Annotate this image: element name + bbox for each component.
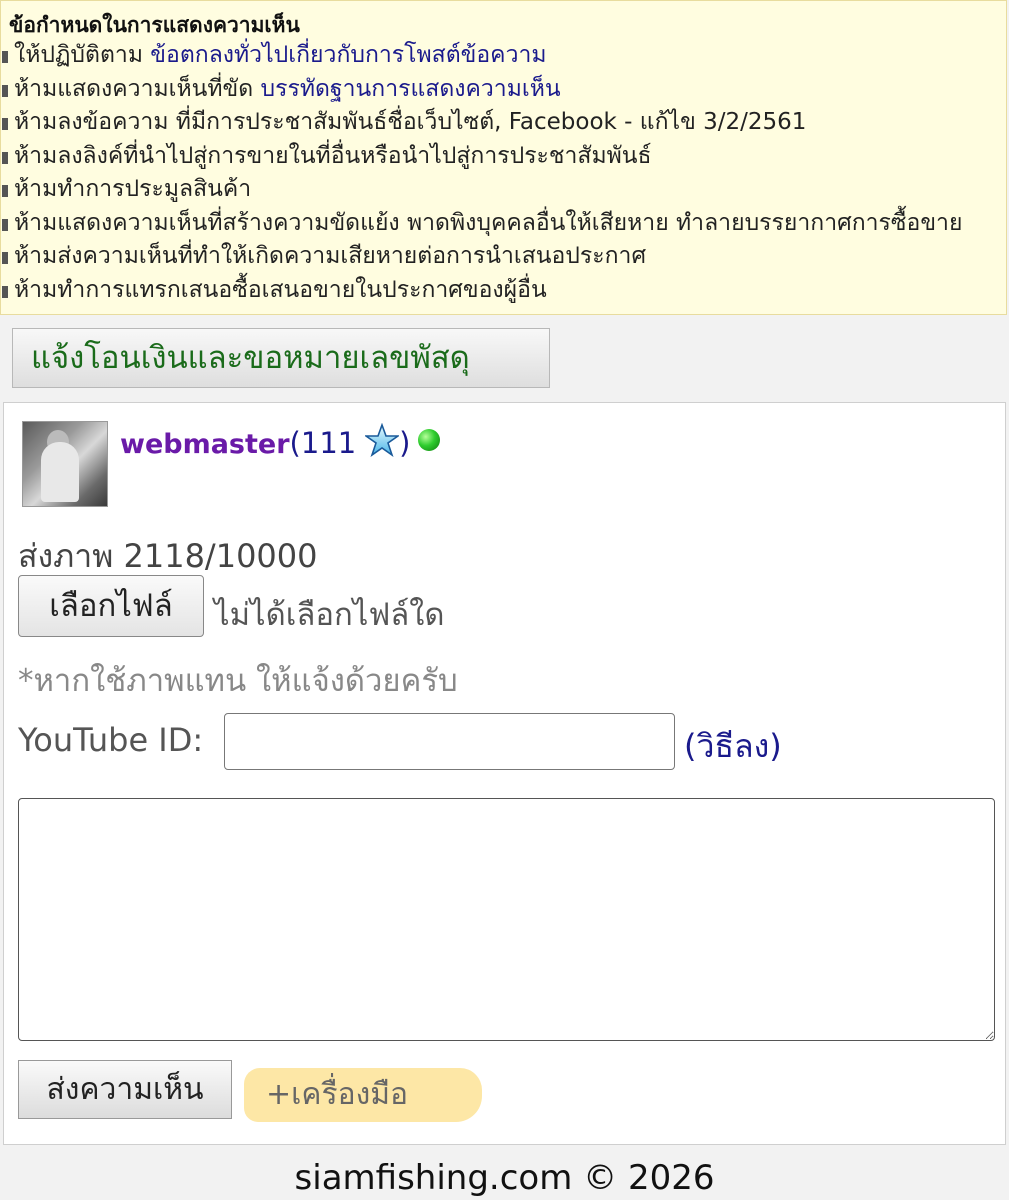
rule-text: ห้ามลงลิงค์ที่นำไปสู่การขายในที่อื่นหรือ…	[14, 142, 652, 169]
image-note: *หากใช้ภาพแทน ให้แจ้งด้วยครับ	[18, 663, 458, 699]
rule-text: ห้ามแสดงความเห็นที่ขัด	[14, 75, 261, 102]
rule-text: ห้ามแสดงความเห็นที่สร้างความขัดแย้ง พาดพ…	[14, 209, 963, 236]
youtube-id-input[interactable]	[224, 713, 675, 770]
youtube-howto-link[interactable]: (วิธีลง)	[684, 721, 782, 772]
rule-text: ห้ามทำการประมูลสินค้า	[14, 176, 252, 202]
rule-text: ห้ามส่งความเห็นที่ทำให้เกิดความเสียหายต่…	[14, 243, 647, 269]
rule-item: ห้ามแสดงความเห็นที่สร้างความขัดแย้ง พาดพ…	[2, 207, 998, 241]
bullet-icon	[2, 185, 8, 197]
avatar[interactable]	[22, 421, 108, 507]
open-paren: (	[289, 426, 301, 460]
rule-item: ห้ามลงลิงค์ที่นำไปสู่การขายในที่อื่นหรือ…	[2, 140, 998, 174]
rule-link[interactable]: ข้อตกลงทั่วไปเกี่ยวกับการโพสต์ข้อความ	[150, 42, 546, 68]
bullet-icon	[2, 218, 8, 231]
bullet-icon	[2, 252, 8, 264]
avatar-figure	[41, 442, 79, 502]
submit-comment-button[interactable]: ส่งความเห็น	[18, 1060, 232, 1119]
bullet-icon	[2, 51, 8, 63]
username-link[interactable]: webmaster	[120, 429, 290, 460]
rule-item: ให้ปฏิบัติตาม ข้อตกลงทั่วไปเกี่ยวกับการโ…	[2, 39, 998, 73]
comment-rules-box: ข้อกำหนดในการแสดงความเห็น ให้ปฏิบัติตาม …	[0, 0, 1007, 315]
youtube-id-label: YouTube ID:	[18, 721, 204, 759]
transfer-notice-button[interactable]: แจ้งโอนเงินและขอหมายเลขพัสดุ	[12, 328, 550, 388]
rules-title: ข้อกำหนดในการแสดงความเห็น	[9, 13, 300, 37]
bullet-icon	[2, 118, 8, 130]
comment-textarea[interactable]	[18, 798, 995, 1041]
choose-file-button[interactable]: เลือกไฟล์	[18, 575, 204, 637]
rule-item: ห้ามแสดงความเห็นที่ขัด บรรทัดฐานการแสดงค…	[2, 73, 998, 107]
footer-copyright: siamfishing.com © 2026	[294, 1158, 715, 1198]
star-icon	[363, 422, 401, 470]
user-info: webmaster(111 )	[120, 421, 441, 470]
bullet-icon	[2, 151, 8, 164]
rule-item: ห้ามลงข้อความ ที่มีการประชาสัมพันธ์ชื่อเ…	[2, 106, 998, 140]
comment-form-panel: webmaster(111 ) ส่งภาพ 2118/10000 เลือกไ…	[3, 402, 1006, 1145]
rule-text: ห้ามลงข้อความ ที่มีการประชาสัมพันธ์ชื่อเ…	[14, 109, 807, 135]
rule-text: ห้ามทำการแทรกเสนอซื้อเสนอขายในประกาศของผ…	[14, 276, 547, 303]
bullet-icon	[2, 285, 8, 298]
user-points: 111	[300, 426, 357, 460]
rule-item: ห้ามทำการแทรกเสนอซื้อเสนอขายในประกาศของผ…	[2, 274, 998, 308]
online-status-icon	[418, 429, 441, 451]
tools-toggle-button[interactable]: +เครื่องมือ	[244, 1068, 482, 1122]
rule-text: ให้ปฏิบัติตาม	[14, 42, 151, 68]
bullet-icon	[2, 84, 8, 97]
close-paren: )	[399, 426, 411, 460]
rule-item: ห้ามทำการประมูลสินค้า	[2, 173, 998, 207]
file-status-text: ไม่ได้เลือกไฟล์ใด	[214, 597, 445, 633]
rule-link[interactable]: บรรทัดฐานการแสดงความเห็น	[261, 76, 561, 102]
rule-item: ห้ามส่งความเห็นที่ทำให้เกิดความเสียหายต่…	[2, 240, 998, 274]
